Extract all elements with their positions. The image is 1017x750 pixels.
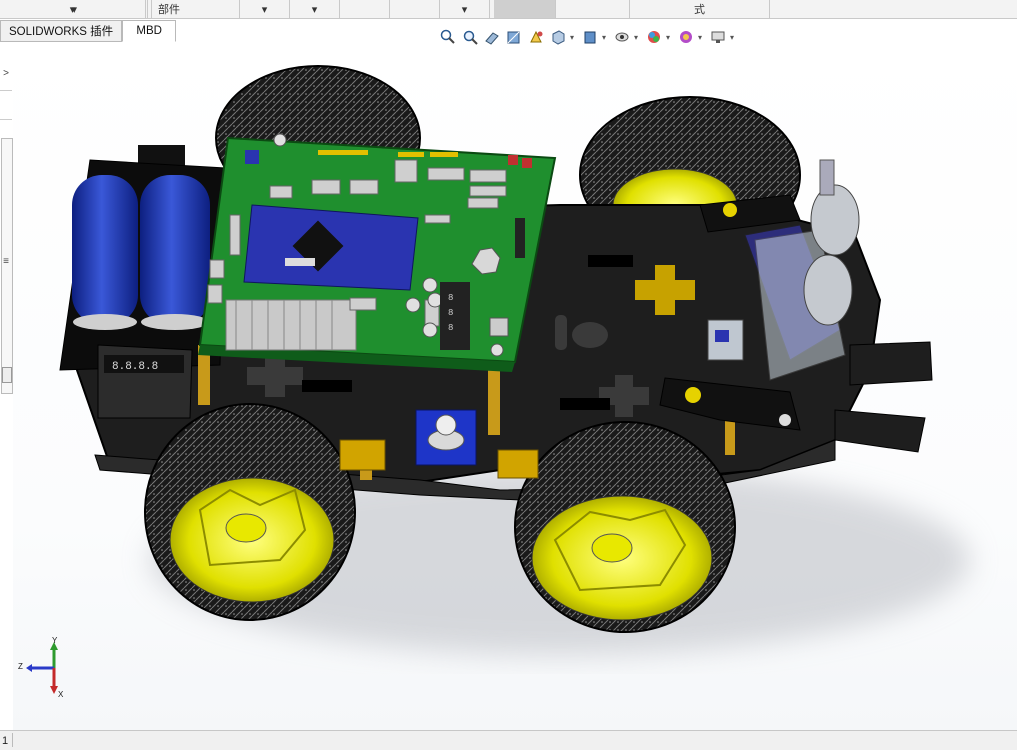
triad-label-x: X <box>58 690 64 699</box>
edit-appearance-icon[interactable] <box>644 27 664 47</box>
chevron-down-icon[interactable]: ▾ <box>634 33 642 42</box>
splitter-grip[interactable]: ≡ <box>0 256 12 267</box>
wheel-rear-front-left[interactable] <box>144 403 356 621</box>
status-divider <box>12 733 13 747</box>
toolbar-cell-f[interactable]: ▾ <box>440 0 490 18</box>
triad-label-z: Z <box>18 662 23 671</box>
tab-label: SOLIDWORKS 插件 <box>9 26 114 38</box>
chassis-arm-side <box>834 409 926 453</box>
expand-panel-button[interactable]: > <box>0 68 12 79</box>
tab-mbd[interactable]: MBD <box>122 20 177 42</box>
command-manager-cells: ▾ 部件 ▾ ▾ ▾ 式 <box>0 0 1017 18</box>
chevron-down-icon[interactable]: ▾ <box>602 33 610 42</box>
parts-label: 部件 <box>158 4 180 16</box>
zoom-to-area-icon[interactable] <box>460 27 480 47</box>
toolbar-cell-g[interactable] <box>560 0 630 18</box>
toolbar-cell-a[interactable]: ▾ <box>0 0 148 18</box>
control-pcb[interactable]: 8 8 8 <box>198 133 557 372</box>
tab-label: MBD <box>136 25 162 37</box>
zoom-to-fit-icon[interactable] <box>438 27 458 47</box>
header-block <box>225 299 357 351</box>
motor-right <box>497 449 539 479</box>
segment-chip <box>440 282 470 350</box>
previous-view-icon[interactable] <box>482 27 502 47</box>
triad-label-y: Y <box>52 636 58 645</box>
page-indicator: 1 <box>2 734 9 747</box>
tab-solidworks-addins[interactable]: SOLIDWORKS 插件 <box>0 20 123 42</box>
toolbar-cell-style[interactable]: 式 <box>630 0 770 18</box>
chevron-down-icon[interactable]: ▾ <box>570 33 578 42</box>
status-bar: 1 <box>0 730 1017 750</box>
svg-text:8: 8 <box>448 308 453 318</box>
dropdown-arrow: ▾ <box>71 3 77 16</box>
toolbar-cell-rest <box>770 0 1017 18</box>
dropdown-arrow: ▾ <box>261 3 268 16</box>
style-label: 式 <box>694 4 705 16</box>
toolbar-cell-d[interactable] <box>340 0 390 18</box>
chevron-down-icon[interactable]: ▾ <box>666 33 674 42</box>
reference-triad: Y Z X <box>16 636 76 702</box>
toolbar-cell-parts[interactable]: 部件 <box>148 0 240 18</box>
seven-segment-display: 8.8.8.8 <box>97 344 193 419</box>
svg-text:8: 8 <box>448 293 453 303</box>
chevron-right-icon: > <box>3 68 9 79</box>
toolbar-cell-b[interactable]: ▾ <box>240 0 290 18</box>
power-switch[interactable] <box>415 409 477 466</box>
scroll-thumb[interactable] <box>2 367 12 383</box>
dropdown-arrow: ▾ <box>311 3 318 16</box>
feature-manager-collapsed: > ≡ <box>0 42 14 730</box>
hide-show-items-icon[interactable] <box>612 27 632 47</box>
heads-up-view-toolbar: ▾ ▾ ▾ ▾ ▾ ▾ <box>438 26 738 48</box>
battery-cell-2 <box>140 175 210 325</box>
view-settings-icon[interactable] <box>708 27 728 47</box>
svg-text:8.8.8.8: 8.8.8.8 <box>112 361 158 373</box>
motor-left <box>339 439 386 471</box>
dynamic-annotation-icon[interactable] <box>526 27 546 47</box>
chevron-down-icon[interactable]: ▾ <box>698 33 706 42</box>
robot-car-model[interactable]: 8.8.8.8 8 8 8 <box>13 42 1017 730</box>
graphics-area[interactable]: 8.8.8.8 8 8 8 <box>13 42 1017 730</box>
toolbar-cell-e[interactable] <box>390 0 440 18</box>
wheel-front-front-right[interactable] <box>514 421 736 633</box>
side-module <box>707 319 744 361</box>
battery-cell-1 <box>72 175 138 325</box>
chevron-down-icon[interactable]: ▾ <box>730 33 738 42</box>
command-manager-tabs: SOLIDWORKS 插件 MBD <box>0 20 177 42</box>
chassis-arm-front <box>849 341 933 386</box>
section-view-icon[interactable] <box>504 27 524 47</box>
toolbar-cell-selected[interactable] <box>494 0 556 18</box>
grip-icon: ≡ <box>3 256 9 267</box>
panel-divider <box>0 90 12 120</box>
apply-scene-icon[interactable] <box>676 27 696 47</box>
display-style-icon[interactable] <box>580 27 600 47</box>
svg-text:8: 8 <box>448 323 453 333</box>
view-orientation-icon[interactable] <box>548 27 568 47</box>
toolbar-cell-c[interactable]: ▾ <box>290 0 340 18</box>
dropdown-arrow: ▾ <box>461 3 468 16</box>
